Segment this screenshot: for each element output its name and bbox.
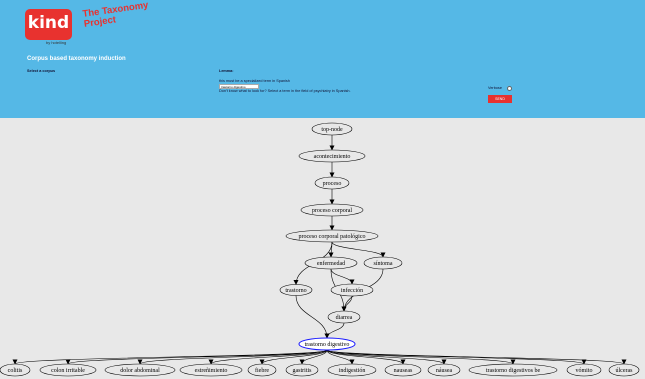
graph-node[interactable]: colon irritable	[39, 363, 97, 377]
graph-node-label: dolor abdominal	[120, 368, 160, 374]
lemma-help: Don't know what to look for? Select a te…	[219, 89, 351, 93]
graph-node-label: vómito	[575, 368, 592, 374]
graph-node-label: diarrea	[336, 315, 353, 321]
graph-edge	[326, 349, 627, 365]
graph-node-label: nauseas	[394, 368, 413, 374]
verbose-radio[interactable]	[507, 86, 512, 91]
graph-node-label: proceso	[323, 181, 342, 187]
taxonomy-graph-svg: top-node acontecimiento proceso proceso cor…	[0, 122, 640, 377]
graph-node[interactable]: síntoma	[363, 256, 403, 270]
graph-node-label: estreñimiento	[195, 368, 228, 374]
graph-node-label: proceso corporal patológico	[299, 234, 366, 240]
corpus-label: Select a corpus	[27, 69, 56, 73]
graph-node[interactable]: dolor abdominal	[104, 363, 176, 377]
graph-node[interactable]: proceso	[314, 176, 350, 190]
graph-node-label: proceso corporal	[312, 208, 352, 214]
graph-node-label: trastorno	[285, 288, 306, 294]
graph-edge	[65, 349, 328, 365]
graph-node-label: gastritis	[293, 368, 313, 374]
graph-node[interactable]: vómito	[566, 363, 602, 377]
graph-node-label: síntoma	[374, 261, 393, 267]
lemma-label: Lemma:	[219, 69, 234, 73]
graph-edge	[330, 268, 355, 285]
graph-node-label: enfermedad	[317, 260, 345, 267]
graph-edge	[324, 322, 345, 339]
graph-node[interactable]: proceso corporal	[300, 203, 364, 217]
graph-node[interactable]: acontecimiento	[298, 149, 366, 163]
page-title: Corpus based taxonomy induction	[27, 56, 126, 62]
app-header: kind by hotelling The Taxonomy Project C…	[0, 0, 645, 118]
graph-node-label: colon irritable	[51, 368, 85, 374]
graph-node-label: fiebre	[255, 367, 269, 374]
graph-node-label: colitis	[8, 368, 23, 374]
graph-node[interactable]: fiebre	[247, 363, 277, 377]
graph-node-label: trastorno digestivos be	[486, 368, 541, 374]
graph-node-label: trastorno digestivo	[305, 342, 350, 348]
graph-node[interactable]: nauseas	[384, 363, 422, 377]
graph-node[interactable]: colitis	[0, 363, 31, 377]
graph-node[interactable]: úlceras	[608, 363, 640, 377]
taxonomy-graph: top-node acontecimiento proceso proceso cor…	[0, 118, 645, 379]
verbose-label: Verbose	[488, 86, 502, 90]
graph-node[interactable]: top-node	[311, 122, 353, 136]
graph-node[interactable]: trastorno digestivos be	[468, 363, 558, 377]
graph-node[interactable]: diarrea	[327, 310, 361, 324]
graph-node-label: infección	[341, 287, 363, 294]
logo-subtitle: by hotelling	[46, 40, 67, 45]
graph-node[interactable]: náusea	[427, 363, 461, 377]
graph-node[interactable]: infección	[330, 283, 374, 297]
graph-edge	[12, 349, 328, 365]
graph-node[interactable]: enfermedad	[304, 256, 358, 270]
kind-logo[interactable]: kind	[25, 9, 72, 40]
graph-node[interactable]: proceso corporal patológico	[285, 229, 379, 243]
graph-node-label: náusea	[436, 368, 453, 374]
graph-node[interactable]: trastorno digestivo	[298, 337, 356, 351]
graph-node-label: top-node	[321, 127, 343, 133]
graph-edge	[331, 241, 386, 258]
lemma-hint: this must be a specialized term in Spani…	[219, 79, 290, 83]
project-title: The Taxonomy Project	[81, 0, 150, 30]
graph-node[interactable]: indigestión	[327, 363, 377, 377]
graph-node[interactable]: estreñimiento	[179, 363, 243, 377]
graph-node-label: acontecimiento	[314, 154, 351, 160]
graph-node[interactable]: gastritis	[285, 363, 319, 377]
graph-node-label: indigestión	[339, 368, 366, 374]
send-button[interactable]: SEND	[488, 95, 512, 103]
graph-edge	[295, 295, 330, 339]
graph-node[interactable]: trastorno	[279, 284, 313, 296]
graph-node-label: úlceras	[616, 368, 634, 374]
